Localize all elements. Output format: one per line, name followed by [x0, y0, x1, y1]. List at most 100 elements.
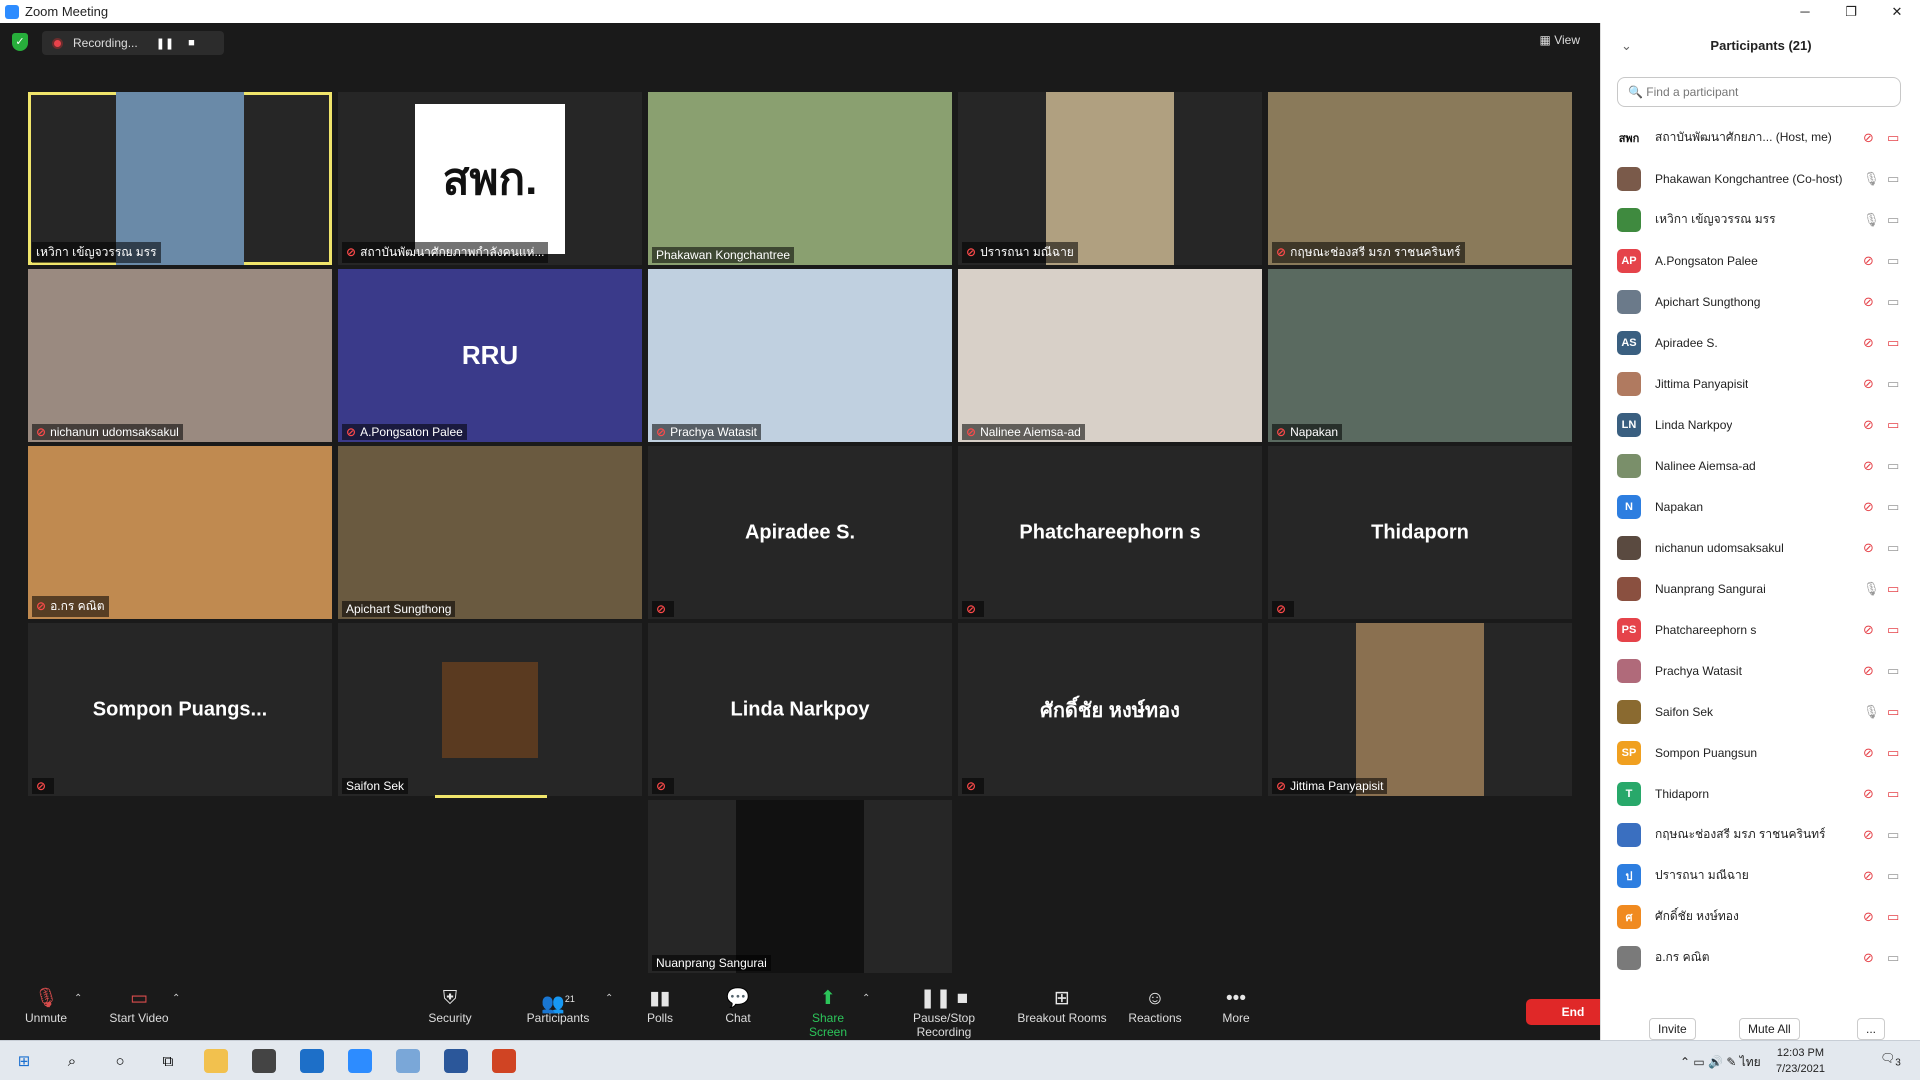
video-tile[interactable]: สพก. ⊘ สถาบันพัฒนาศักยภาพกำลังคนแห่...	[338, 92, 642, 265]
video-tile[interactable]: ⊘ Napakan	[1268, 269, 1572, 442]
participant-name-label: ⊘ สถาบันพัฒนาศักยภาพกำลังคนแห่...	[342, 242, 549, 263]
participant-row[interactable]: nichanun udomsaksakul ⊘ ▭	[1601, 527, 1920, 568]
video-tile[interactable]: Sompon Puangs... ⊘	[28, 623, 332, 796]
video-tile[interactable]: Nuanprang Sangurai	[648, 800, 952, 973]
file-explorer-icon[interactable]	[204, 1049, 228, 1073]
video-tile[interactable]: ⊘ กฤษณะช่องสรี มรภ ราชนครินทร์	[1268, 92, 1572, 265]
participant-row[interactable]: SP Sompon Puangsun ⊘ ▭	[1601, 732, 1920, 773]
reactions-button[interactable]: ☺ Reactions	[1126, 987, 1184, 1025]
security-button[interactable]: ⛨ Security	[422, 987, 478, 1025]
participant-list-name: อ.กร คณิต	[1655, 950, 1710, 964]
video-tile[interactable]: ⊘ Prachya Watasit	[648, 269, 952, 442]
video-off-icon: ▭	[1887, 621, 1900, 637]
panel-more-button[interactable]: ...	[1857, 1018, 1886, 1040]
video-tile[interactable]: Apichart Sungthong	[338, 446, 642, 619]
share-screen-button[interactable]: ⬆ Share Screen	[792, 987, 864, 1039]
participant-name: Prachya Watasit	[670, 425, 757, 439]
video-options-caret[interactable]: ⌃	[172, 993, 180, 1004]
participant-row[interactable]: AP A.Pongsaton Palee ⊘ ▭	[1601, 240, 1920, 281]
participant-row[interactable]: เหวิกา เข้ญจวรรณ มรร 🎙 ▭	[1601, 199, 1920, 240]
participant-row[interactable]: Apichart Sungthong ⊘ ▭	[1601, 281, 1920, 322]
participant-row[interactable]: Phakawan Kongchantree (Co-host) 🎙 ▭	[1601, 158, 1920, 199]
security-label: Security	[428, 1011, 472, 1025]
video-tile[interactable]: RRU ⊘ A.Pongsaton Palee	[338, 269, 642, 442]
breakout-rooms-button[interactable]: ⊞ Breakout Rooms	[1016, 987, 1108, 1025]
stop-recording-icon[interactable]: ■	[188, 37, 195, 49]
pause-recording-icon[interactable]: ❚❚	[156, 37, 174, 50]
close-button[interactable]: ✕	[1874, 0, 1920, 23]
muted-mic-icon: ⊘	[1863, 908, 1874, 924]
notifications-icon[interactable]: 🗨3	[1880, 1051, 1901, 1068]
participant-name-label: Saifon Sek	[342, 778, 409, 794]
find-participant-input[interactable]: 🔍 Find a participant	[1617, 77, 1901, 107]
video-tile[interactable]: Linda Narkpoy ⊘	[648, 623, 952, 796]
participant-row[interactable]: Nalinee Aiemsa-ad ⊘ ▭	[1601, 445, 1920, 486]
participant-row[interactable]: Prachya Watasit ⊘ ▭	[1601, 650, 1920, 691]
chat-button[interactable]: 💬 Chat	[718, 987, 758, 1025]
pause-stop-recording-button[interactable]: ❚❚ ■ Pause/Stop Recording	[884, 987, 1004, 1039]
more-button[interactable]: ••• More	[1214, 987, 1258, 1025]
recording-label: Recording...	[73, 36, 138, 50]
zoom-app-icon[interactable]	[348, 1049, 372, 1073]
task-view-icon[interactable]: ⧉	[156, 1049, 180, 1073]
start-video-button[interactable]: ▭ Start Video	[106, 987, 172, 1025]
video-tile[interactable]: ศักดิ์ชัย หงษ์ทอง ⊘	[958, 623, 1262, 796]
participant-name-label: Phakawan Kongchantree	[652, 247, 795, 263]
video-tile[interactable]: ⊘ Nalinee Aiemsa-ad	[958, 269, 1262, 442]
video-tile[interactable]: Phatchareephorn s ⊘	[958, 446, 1262, 619]
participant-row[interactable]: กฤษณะช่องสรี มรภ ราชนครินทร์ ⊘ ▭	[1601, 814, 1920, 855]
cortana-icon[interactable]: ○	[108, 1049, 132, 1073]
participant-row[interactable]: Saifon Sek 🎙 ▭	[1601, 691, 1920, 732]
reactions-label: Reactions	[1128, 1011, 1182, 1025]
participant-name-label: ⊘ Napakan	[1272, 424, 1343, 440]
video-tile[interactable]: ⊘ Jittima Panyapisit	[1268, 623, 1572, 796]
system-tray[interactable]: ⌃ ▭ 🔊 ✎ ไทย	[1680, 1053, 1761, 1072]
view-button[interactable]: ▦ View	[1540, 33, 1580, 47]
input-language[interactable]: ไทย	[1740, 1055, 1761, 1069]
video-tile[interactable]: Saifon Sek	[338, 623, 642, 796]
participant-list-name: Jittima Panyapisit	[1655, 376, 1749, 391]
participant-row[interactable]: อ.กร คณิต ⊘ ▭	[1601, 937, 1920, 978]
powerpoint-icon[interactable]	[492, 1049, 516, 1073]
video-tile[interactable]: Apiradee S. ⊘	[648, 446, 952, 619]
polls-button[interactable]: ▮▮ Polls	[640, 987, 680, 1025]
participant-row[interactable]: ป ปรารถนา มณีฉาย ⊘ ▭	[1601, 855, 1920, 896]
participant-row[interactable]: Nuanprang Sangurai 🎙 ▭	[1601, 568, 1920, 609]
participants-options-caret[interactable]: ⌃	[605, 993, 613, 1004]
share-options-caret[interactable]: ⌃	[862, 993, 870, 1004]
participant-row[interactable]: PS Phatchareephorn s ⊘ ▭	[1601, 609, 1920, 650]
encryption-shield-icon[interactable]: ✓	[12, 33, 28, 51]
participant-row[interactable]: T Thidaporn ⊘ ▭	[1601, 773, 1920, 814]
participant-name: Saifon Sek	[346, 779, 405, 793]
participant-row[interactable]: Jittima Panyapisit ⊘ ▭	[1601, 363, 1920, 404]
taskbar-clock[interactable]: 12:03 PM 7/23/2021	[1776, 1045, 1825, 1077]
paint-icon[interactable]	[396, 1049, 420, 1073]
word-icon[interactable]	[444, 1049, 468, 1073]
video-tile[interactable]: Phakawan Kongchantree	[648, 92, 952, 265]
participants-button[interactable]: 👥21 Participants	[524, 987, 592, 1025]
video-tile[interactable]: Thidaporn ⊘	[1268, 446, 1572, 619]
participant-row[interactable]: AS Apiradee S. ⊘ ▭	[1601, 322, 1920, 363]
search-icon[interactable]: ⌕	[60, 1049, 84, 1073]
video-tile[interactable]: เหวิกา เข้ญจวรรณ มรร	[28, 92, 332, 265]
video-tile[interactable]: ⊘ ปรารถนา มณีฉาย	[958, 92, 1262, 265]
windows-start-icon[interactable]: ⊞	[12, 1049, 36, 1073]
collapse-panel-icon[interactable]: ⌄	[1621, 23, 1632, 69]
participant-list-name: Sompon Puangsun	[1655, 745, 1758, 760]
unmute-button[interactable]: 🎙 Unmute	[22, 987, 70, 1025]
store-icon[interactable]	[252, 1049, 276, 1073]
restore-button[interactable]: ❐	[1828, 0, 1874, 23]
video-tile[interactable]: ⊘ nichanun udomsaksakul	[28, 269, 332, 442]
participant-row[interactable]: LN Linda Narkpoy ⊘ ▭	[1601, 404, 1920, 445]
mail-icon[interactable]	[300, 1049, 324, 1073]
mute-all-button[interactable]: Mute All	[1739, 1018, 1800, 1040]
participant-row[interactable]: N Napakan ⊘ ▭	[1601, 486, 1920, 527]
participant-name-label: ⊘ Prachya Watasit	[652, 424, 761, 440]
participant-row[interactable]: สพก สถาบันพัฒนาศักยภา... (Host, me) ⊘ ▭	[1601, 117, 1920, 158]
avatar	[1617, 699, 1641, 724]
audio-options-caret[interactable]: ⌃	[74, 993, 82, 1004]
participant-row[interactable]: ศ ศักดิ์ชัย หงษ์ทอง ⊘ ▭	[1601, 896, 1920, 937]
minimize-button[interactable]: ─	[1782, 0, 1828, 23]
invite-button[interactable]: Invite	[1649, 1018, 1696, 1040]
video-tile[interactable]: ⊘ อ.กร คณิต	[28, 446, 332, 619]
